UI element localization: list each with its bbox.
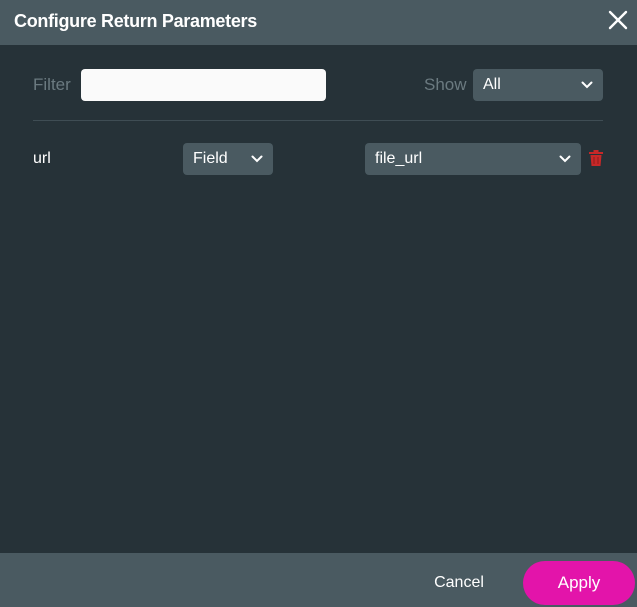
chevron-down-icon [559, 155, 571, 163]
apply-button[interactable]: Apply [523, 561, 635, 605]
parameter-value-select[interactable]: file_url [365, 143, 581, 175]
parameter-type-value: Field [193, 150, 228, 167]
chevron-down-icon [251, 155, 263, 163]
parameter-value: file_url [375, 150, 423, 167]
cancel-button[interactable]: Cancel [424, 564, 494, 602]
trash-icon[interactable] [589, 150, 603, 166]
close-icon[interactable] [607, 9, 629, 31]
divider [33, 120, 603, 121]
dialog-title: Configure Return Parameters [14, 11, 257, 31]
filter-label: Filter [33, 75, 71, 94]
show-select-value: All [483, 76, 501, 93]
parameter-type-select[interactable]: Field [183, 143, 273, 175]
parameter-name: url [33, 150, 51, 167]
dialog-header: Configure Return Parameters [0, 0, 637, 45]
filter-input[interactable] [81, 69, 326, 101]
chevron-down-icon [581, 81, 593, 89]
show-select[interactable]: All [473, 69, 603, 101]
show-label: Show [424, 75, 467, 94]
